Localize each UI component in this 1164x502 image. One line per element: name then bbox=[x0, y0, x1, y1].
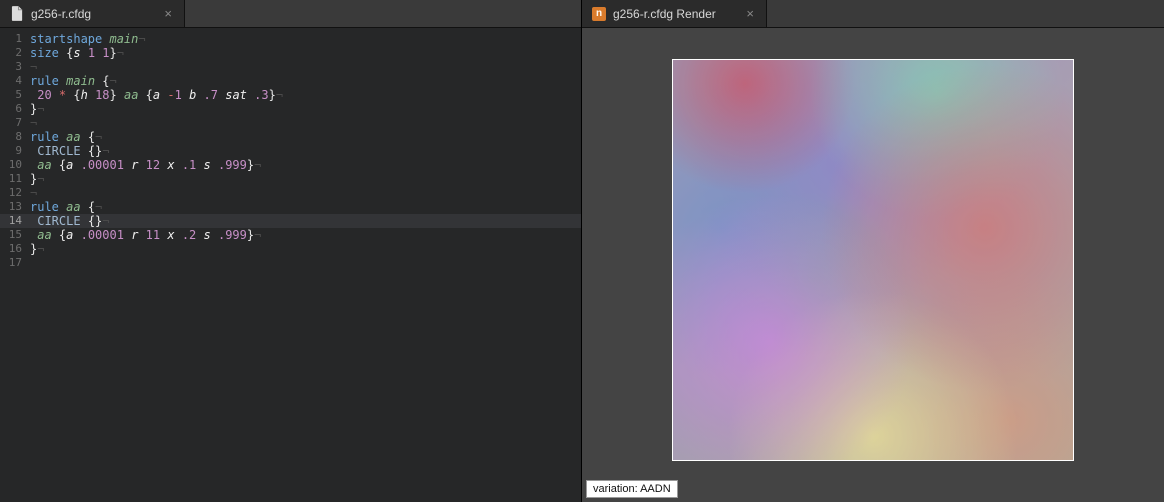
tab-bar-right: n g256-r.cfdg Render × bbox=[582, 0, 1164, 28]
tab-bar-empty[interactable] bbox=[185, 0, 581, 27]
tab-code-file[interactable]: g256-r.cfdg × bbox=[0, 0, 185, 27]
code-line[interactable]: }¬ bbox=[30, 102, 581, 116]
code-pane: g256-r.cfdg × 1234567891011121314151617 … bbox=[0, 0, 582, 502]
code-line[interactable] bbox=[30, 256, 581, 270]
line-number: 14 bbox=[0, 214, 30, 228]
line-number: 8 bbox=[0, 130, 30, 144]
render-canvas-wrap bbox=[582, 28, 1164, 502]
line-number: 4 bbox=[0, 74, 30, 88]
render-icon: n bbox=[592, 7, 606, 21]
code-line[interactable]: rule aa {¬ bbox=[30, 200, 581, 214]
tab-title: g256-r.cfdg bbox=[31, 7, 155, 21]
editor-window: g256-r.cfdg × 1234567891011121314151617 … bbox=[0, 0, 1164, 502]
code-line[interactable]: 20 * {h 18} aa {a -1 b .7 sat .3}¬ bbox=[30, 88, 581, 102]
line-number: 15 bbox=[0, 228, 30, 242]
tab-bar-empty[interactable] bbox=[767, 0, 1164, 27]
line-number: 11 bbox=[0, 172, 30, 186]
line-number: 3 bbox=[0, 60, 30, 74]
render-area: variation: AADN bbox=[582, 28, 1164, 502]
line-number: 1 bbox=[0, 32, 30, 46]
render-canvas bbox=[672, 59, 1074, 461]
line-number-gutter: 1234567891011121314151617 bbox=[0, 28, 30, 502]
line-number: 7 bbox=[0, 116, 30, 130]
line-number: 9 bbox=[0, 144, 30, 158]
line-number: 6 bbox=[0, 102, 30, 116]
code-line[interactable]: size {s 1 1}¬ bbox=[30, 46, 581, 60]
code-line[interactable]: startshape main¬ bbox=[30, 32, 581, 46]
close-icon[interactable]: × bbox=[744, 7, 756, 20]
code-line[interactable]: ¬ bbox=[30, 186, 581, 200]
line-number: 13 bbox=[0, 200, 30, 214]
line-number: 2 bbox=[0, 46, 30, 60]
code-line[interactable]: rule aa {¬ bbox=[30, 130, 581, 144]
code-line[interactable]: CIRCLE {}¬ bbox=[30, 214, 581, 228]
variation-status: variation: AADN bbox=[586, 480, 678, 498]
close-icon[interactable]: × bbox=[162, 7, 174, 20]
line-number: 16 bbox=[0, 242, 30, 256]
line-number: 10 bbox=[0, 158, 30, 172]
code-line[interactable]: }¬ bbox=[30, 242, 581, 256]
code-line[interactable]: aa {a .00001 r 11 x .2 s .999}¬ bbox=[30, 228, 581, 242]
code-line[interactable]: CIRCLE {}¬ bbox=[30, 144, 581, 158]
code-editor[interactable]: 1234567891011121314151617 startshape mai… bbox=[0, 28, 581, 502]
code-line[interactable]: ¬ bbox=[30, 116, 581, 130]
code-line[interactable]: }¬ bbox=[30, 172, 581, 186]
file-icon bbox=[10, 7, 24, 21]
line-number: 5 bbox=[0, 88, 30, 102]
tab-render[interactable]: n g256-r.cfdg Render × bbox=[582, 0, 767, 27]
line-number: 17 bbox=[0, 256, 30, 270]
render-pane: n g256-r.cfdg Render × variation: AADN bbox=[582, 0, 1164, 502]
code-line[interactable]: ¬ bbox=[30, 60, 581, 74]
code-line[interactable]: aa {a .00001 r 12 x .1 s .999}¬ bbox=[30, 158, 581, 172]
tab-title: g256-r.cfdg Render bbox=[613, 7, 737, 21]
line-number: 12 bbox=[0, 186, 30, 200]
tab-bar-left: g256-r.cfdg × bbox=[0, 0, 581, 28]
code-content[interactable]: startshape main¬size {s 1 1}¬¬rule main … bbox=[30, 28, 581, 502]
code-line[interactable]: rule main {¬ bbox=[30, 74, 581, 88]
